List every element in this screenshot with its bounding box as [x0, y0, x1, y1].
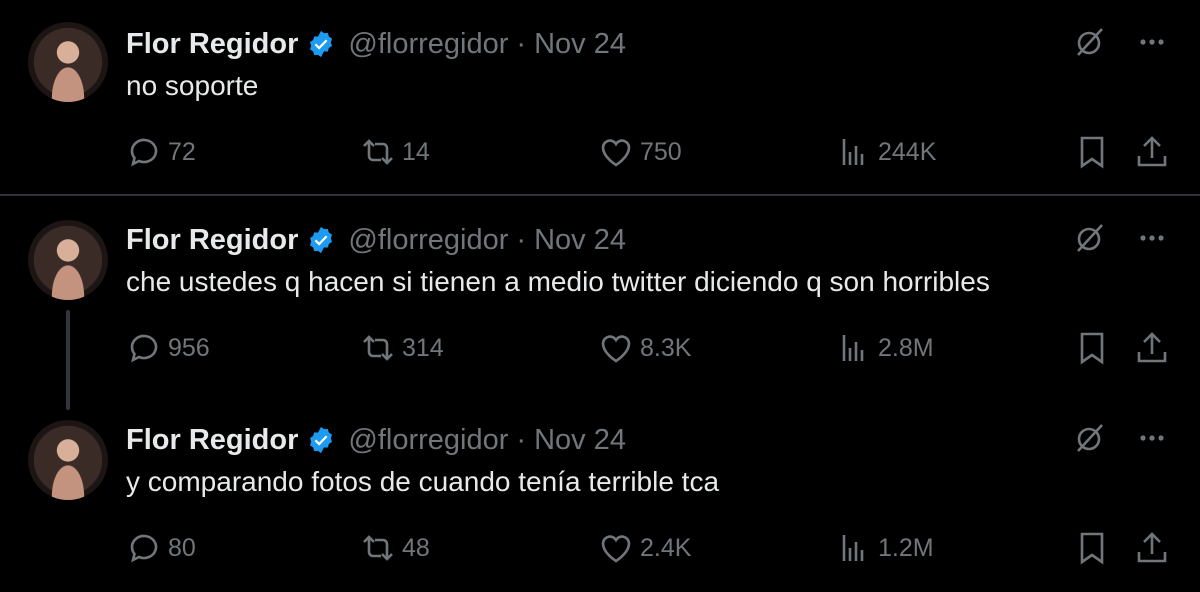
retweet-count: 314 [402, 333, 444, 362]
avatar[interactable] [28, 420, 108, 500]
reply-count: 956 [168, 333, 210, 362]
retweet-count: 14 [402, 137, 430, 166]
retweet-button[interactable]: 48 [360, 530, 430, 566]
heart-icon [598, 330, 634, 366]
verified-badge-icon [310, 30, 333, 58]
tweet-top-icons [1072, 24, 1170, 60]
tweet-top-icons [1072, 420, 1170, 456]
share-icon [1134, 530, 1170, 566]
bookmark-icon [1074, 134, 1110, 170]
views-button[interactable]: 2.8M [836, 330, 934, 366]
tweet-date[interactable]: Nov 24 [534, 28, 626, 61]
avatar[interactable] [28, 22, 108, 102]
bookmark-icon [1074, 330, 1110, 366]
reply-icon [126, 330, 162, 366]
separator-dot: · [516, 423, 527, 456]
like-button[interactable]: 2.4K [598, 530, 691, 566]
reply-button[interactable]: 72 [126, 134, 196, 170]
reply-icon [126, 134, 162, 170]
author-name[interactable]: Flor Regidor [126, 224, 298, 257]
views-count: 1.2M [878, 533, 934, 562]
like-button[interactable]: 8.3K [598, 330, 691, 366]
retweet-button[interactable]: 14 [360, 134, 430, 170]
tweet-actions: 72 14 750 244K [0, 134, 1200, 170]
tweet-text: y comparando fotos de cuando tenía terri… [126, 466, 720, 497]
author-handle[interactable]: @florregidor [348, 224, 508, 257]
tweet-top-icons [1072, 220, 1170, 256]
grok-icon[interactable] [1072, 420, 1108, 456]
more-icon[interactable] [1134, 220, 1170, 256]
views-button[interactable]: 1.2M [836, 530, 934, 566]
share-icon [1134, 330, 1170, 366]
reply-button[interactable]: 80 [126, 530, 196, 566]
author-handle[interactable]: @florregidor [348, 424, 508, 457]
bookmark-button[interactable] [1074, 530, 1116, 566]
grok-icon[interactable] [1072, 220, 1108, 256]
author-name[interactable]: Flor Regidor [126, 424, 298, 457]
views-icon [836, 134, 872, 170]
tweet-text: no soporte [126, 70, 259, 101]
like-count: 750 [640, 137, 682, 166]
tweet-actions: 956 314 8.3K 2.8M [0, 330, 1200, 366]
bookmark-button[interactable] [1074, 134, 1116, 170]
reply-icon [126, 530, 162, 566]
share-button[interactable] [1134, 530, 1176, 566]
views-icon [836, 330, 872, 366]
share-icon [1134, 134, 1170, 170]
tweet-actions: 80 48 2.4K 1.2M [0, 530, 1200, 566]
retweet-count: 48 [402, 533, 430, 562]
views-icon [836, 530, 872, 566]
retweet-button[interactable]: 314 [360, 330, 444, 366]
share-button[interactable] [1134, 330, 1176, 366]
reply-button[interactable]: 956 [126, 330, 210, 366]
tweet[interactable]: Flor Regidor @florregidor · Nov 24 che u… [0, 196, 1200, 396]
reply-count: 80 [168, 533, 196, 562]
retweet-icon [360, 530, 396, 566]
tweet[interactable]: Flor Regidor @florregidor · Nov 24 y com… [0, 396, 1200, 592]
heart-icon [598, 530, 634, 566]
verified-badge-icon [310, 226, 333, 254]
tweet-header: Flor Regidor @florregidor · Nov 24 [126, 222, 626, 258]
tweet[interactable]: Flor Regidor @florregidor · Nov 24 no so… [0, 0, 1200, 194]
retweet-icon [360, 134, 396, 170]
reply-count: 72 [168, 137, 196, 166]
author-handle[interactable]: @florregidor [348, 28, 508, 61]
separator-dot: · [516, 27, 527, 60]
grok-icon[interactable] [1072, 24, 1108, 60]
author-name[interactable]: Flor Regidor [126, 28, 298, 61]
tweet-header: Flor Regidor @florregidor · Nov 24 [126, 26, 626, 62]
views-button[interactable]: 244K [836, 134, 936, 170]
more-icon[interactable] [1134, 24, 1170, 60]
tweet-header: Flor Regidor @florregidor · Nov 24 [126, 422, 626, 458]
more-icon[interactable] [1134, 420, 1170, 456]
retweet-icon [360, 330, 396, 366]
share-button[interactable] [1134, 134, 1176, 170]
views-count: 244K [878, 137, 937, 166]
like-button[interactable]: 750 [598, 134, 682, 170]
bookmark-icon [1074, 530, 1110, 566]
verified-badge-icon [310, 426, 333, 454]
avatar[interactable] [28, 220, 108, 300]
views-count: 2.8M [878, 333, 934, 362]
like-count: 8.3K [640, 333, 692, 362]
heart-icon [598, 134, 634, 170]
separator-dot: · [516, 223, 527, 256]
tweet-text: che ustedes q hacen si tienen a medio tw… [126, 266, 990, 297]
bookmark-button[interactable] [1074, 330, 1116, 366]
tweet-date[interactable]: Nov 24 [534, 424, 626, 457]
like-count: 2.4K [640, 533, 692, 562]
tweet-date[interactable]: Nov 24 [534, 224, 626, 257]
